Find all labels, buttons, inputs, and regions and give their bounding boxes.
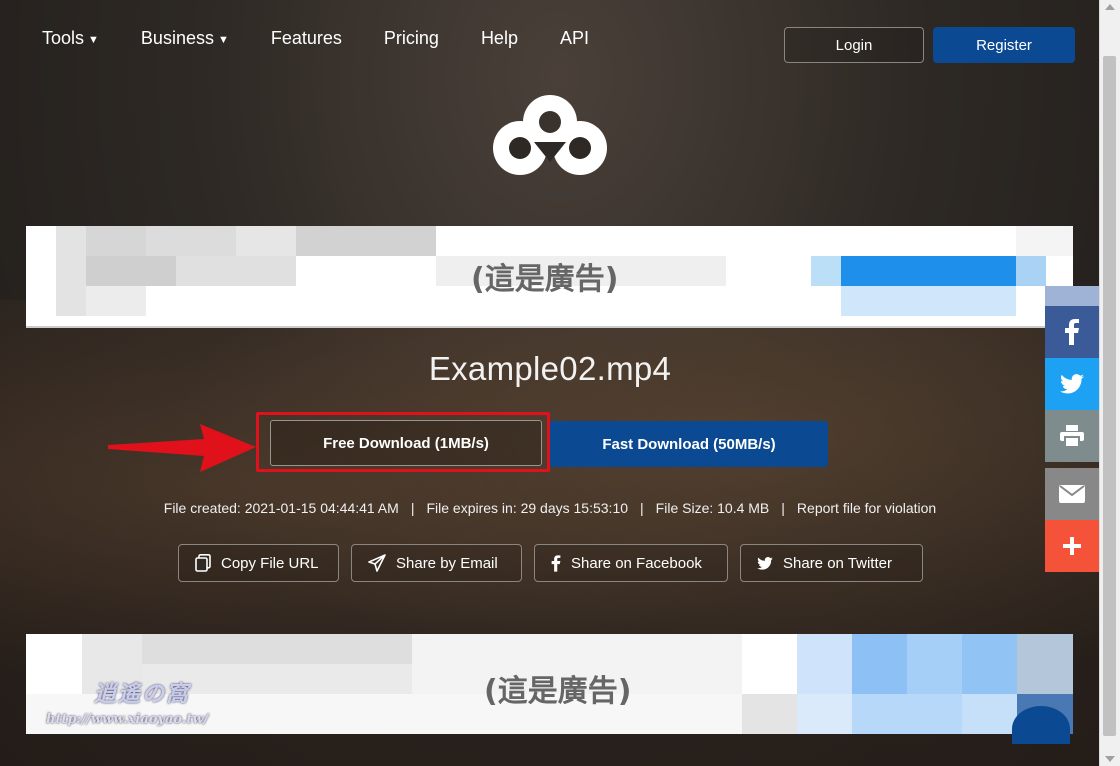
- report-violation-link[interactable]: Report file for violation: [797, 500, 936, 516]
- share-on-facebook-button[interactable]: Share on Facebook: [534, 544, 728, 582]
- nav-help[interactable]: Help: [481, 28, 518, 49]
- red-arrow: [108, 424, 256, 472]
- copy-icon: [195, 554, 211, 572]
- logo-icon[interactable]: [490, 90, 610, 186]
- nav-api[interactable]: API: [560, 28, 589, 49]
- plus-icon: [1063, 537, 1081, 555]
- share-buttons: Copy File URL Share by Email Share on Fa…: [178, 544, 935, 582]
- ad-label: (這是廣告): [471, 262, 619, 297]
- meta-separator: |: [410, 500, 415, 516]
- nav-tools[interactable]: Tools ▼: [42, 28, 99, 49]
- sidebar-more-button[interactable]: [1045, 520, 1099, 572]
- watermark-title: 逍遙の窩: [94, 681, 191, 707]
- nav-features[interactable]: Features: [271, 28, 342, 49]
- scroll-thumb[interactable]: [1103, 56, 1116, 736]
- advertisement-top[interactable]: (這是廣告): [26, 226, 1073, 328]
- free-download-button[interactable]: Free Download (1MB/s): [270, 420, 542, 466]
- chat-widget[interactable]: [1012, 706, 1070, 744]
- vertical-scrollbar[interactable]: [1099, 0, 1120, 766]
- register-button[interactable]: Register: [933, 27, 1075, 63]
- share-on-twitter-button[interactable]: Share on Twitter: [740, 544, 923, 582]
- facebook-icon: [1065, 319, 1079, 345]
- fast-download-button[interactable]: Fast Download (50MB/s): [550, 421, 828, 467]
- sidebar-print-button[interactable]: [1045, 410, 1099, 462]
- meta-separator: |: [640, 500, 644, 516]
- file-created: File created: 2021-01-15 04:44:41 AM: [163, 500, 399, 516]
- watermark-url: http://www.xiaoyao.tw/: [46, 712, 209, 727]
- copy-file-url-button[interactable]: Copy File URL: [178, 544, 339, 582]
- scroll-down-icon[interactable]: [1105, 756, 1115, 762]
- share-by-email-button[interactable]: Share by Email: [351, 544, 522, 582]
- file-name: Example02.mp4: [428, 350, 672, 387]
- file-size: File Size: 10.4 MB: [655, 500, 770, 516]
- chevron-down-icon: ▼: [88, 34, 99, 46]
- login-button[interactable]: Login: [784, 27, 924, 63]
- nav-business[interactable]: Business ▼: [141, 28, 229, 49]
- facebook-icon: [551, 554, 561, 572]
- scroll-up-icon[interactable]: [1105, 4, 1115, 10]
- paper-plane-icon: [368, 554, 386, 572]
- ad-label: (這是廣告): [484, 674, 632, 709]
- file-expires: File expires in: 29 days 15:53:10: [426, 500, 629, 516]
- nav-pricing[interactable]: Pricing: [384, 28, 439, 49]
- print-icon: [1060, 425, 1084, 447]
- file-meta: File created: 2021-01-15 04:44:41 AM | Fil…: [0, 500, 1100, 516]
- top-navigation: Tools ▼ Business ▼ Features Pricing Help A…: [42, 28, 631, 49]
- meta-separator: |: [781, 500, 785, 516]
- twitter-icon: [757, 556, 773, 570]
- watermark: 逍遙の窩 http://www.xiaoyao.tw/: [46, 676, 208, 727]
- social-bar-edge: [1045, 286, 1099, 306]
- chevron-down-icon: ▼: [217, 34, 229, 46]
